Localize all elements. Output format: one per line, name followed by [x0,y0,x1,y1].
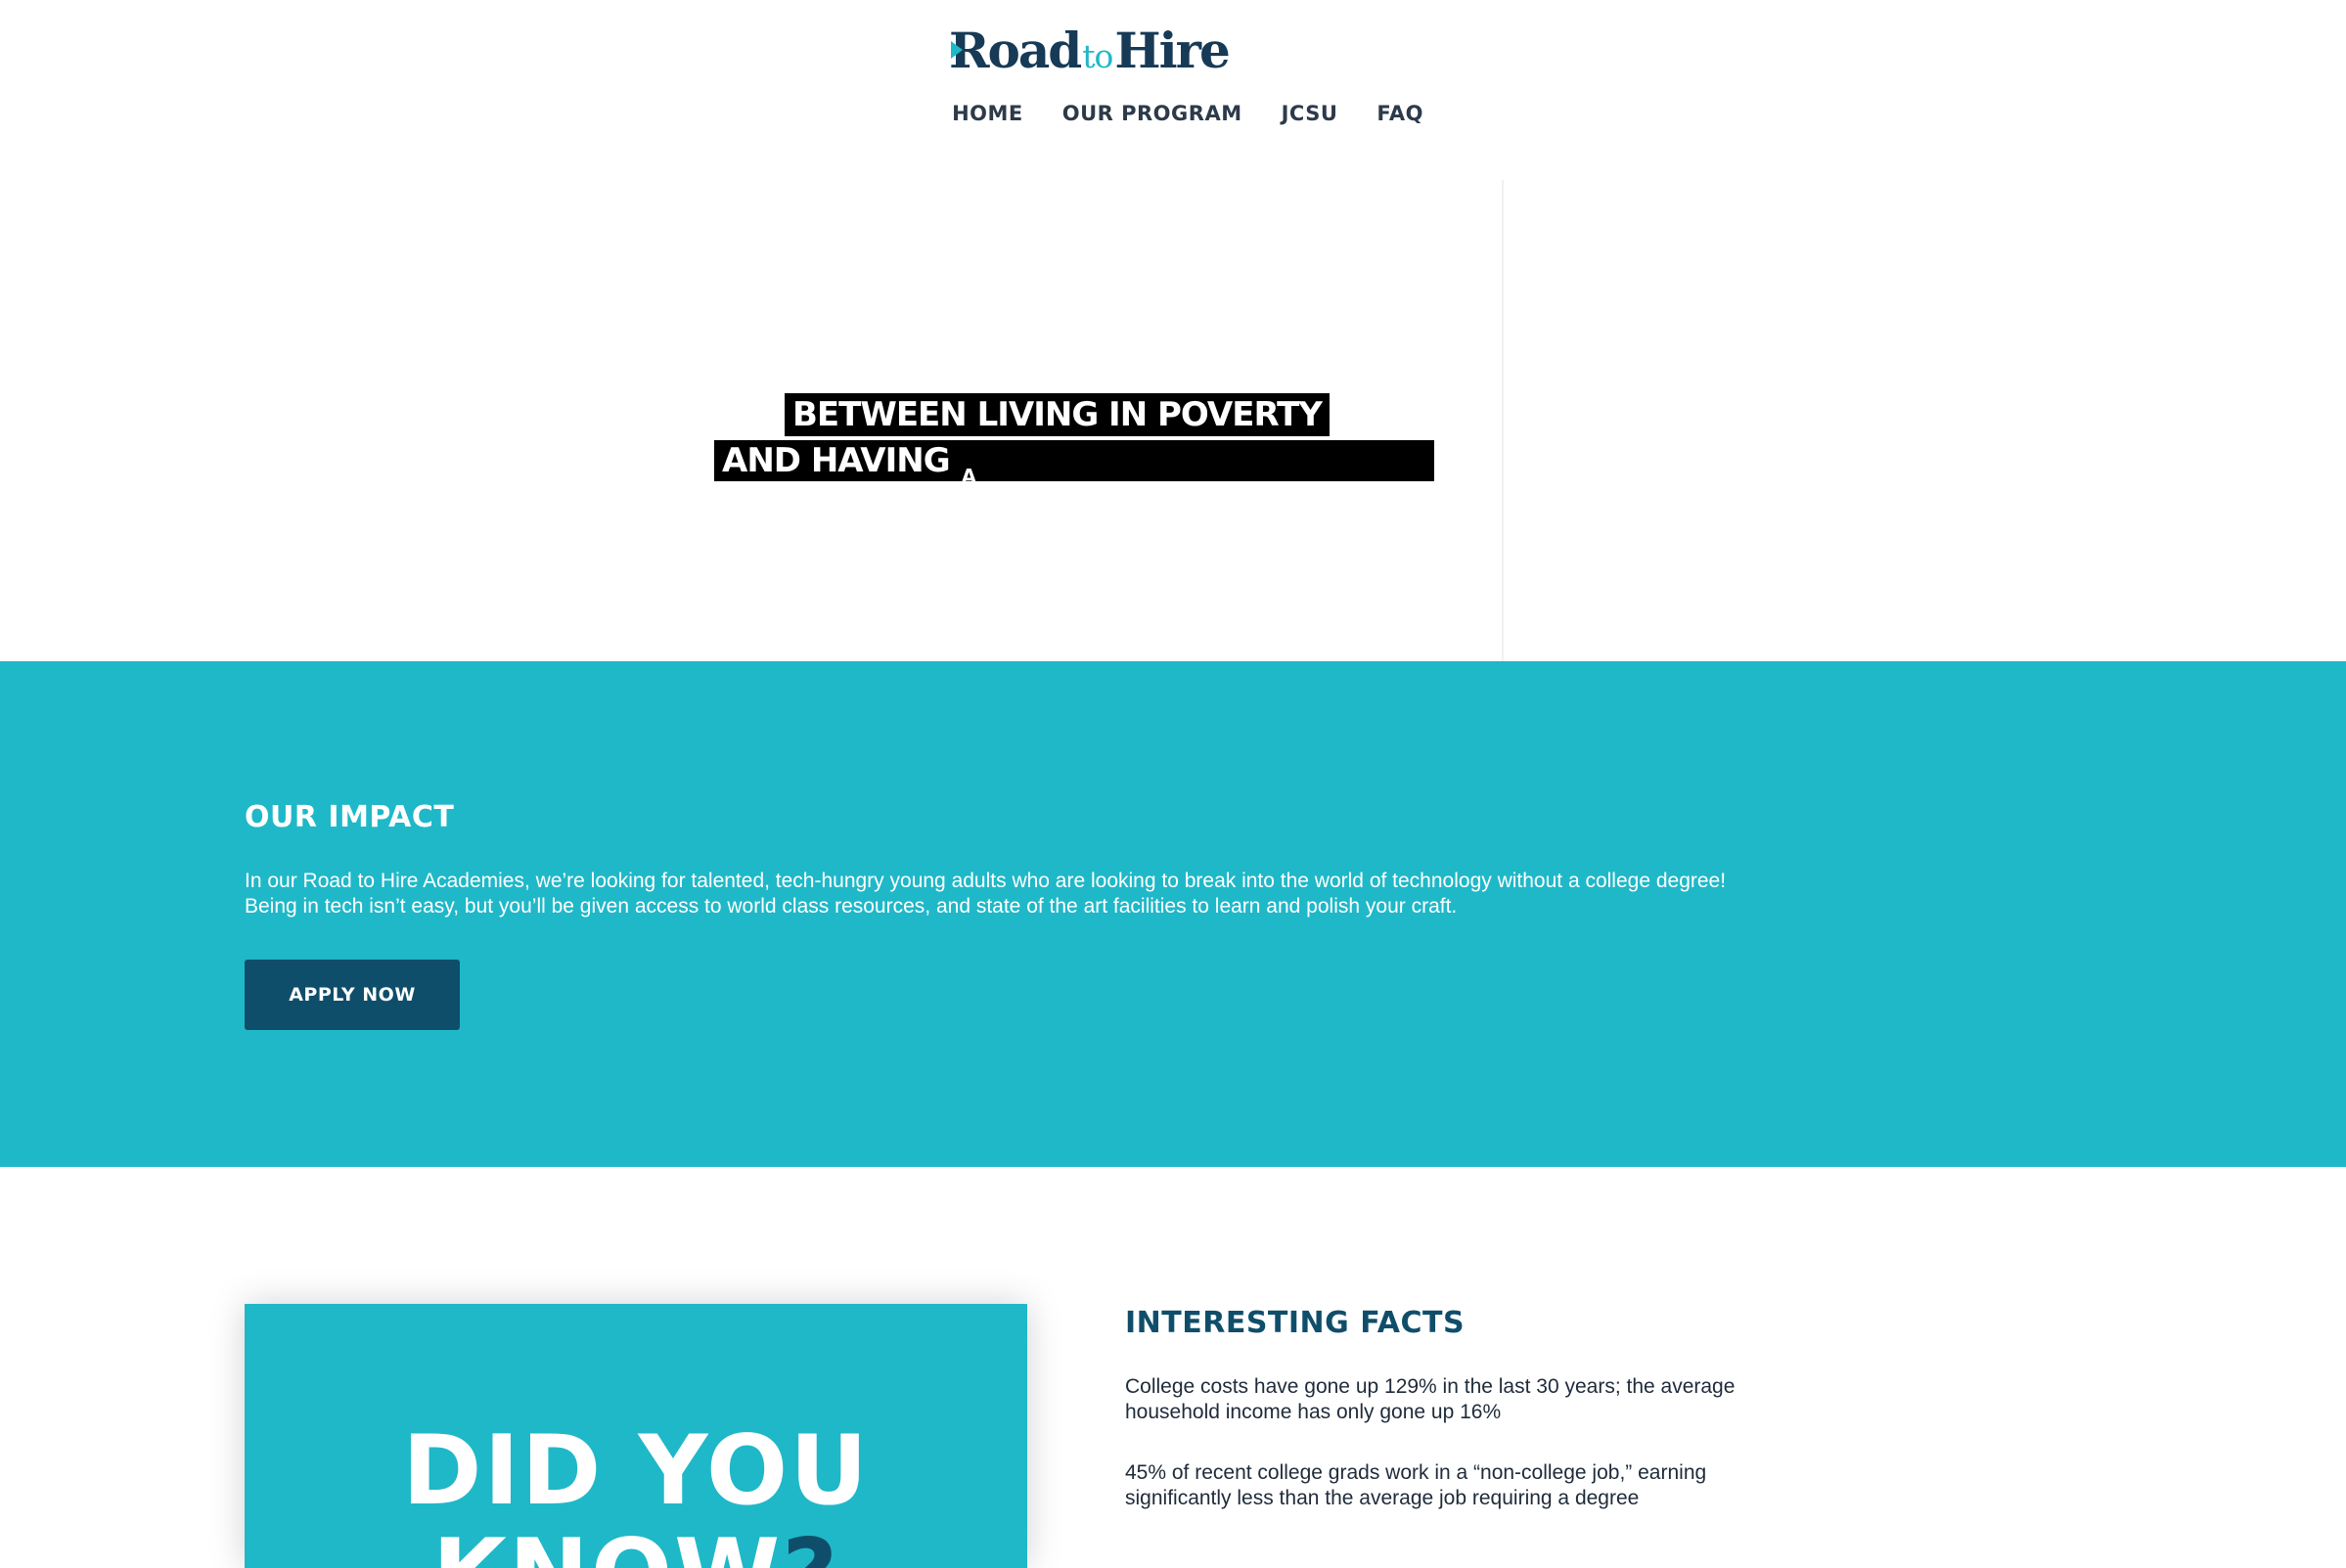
impact-description: In our Road to Hire Academies, we’re loo… [245,869,1908,919]
facts-title: INTERESTING FACTS [1125,1306,1466,1340]
fact-item: College costs have gone up 129% in the l… [1125,1374,1800,1425]
logo-text-road: Road [949,22,1082,79]
impact-section: OUR IMPACT In our Road to Hire Academies… [0,661,2346,1167]
hero-section: BETWEEN LIVING IN POVERTY AND HAVING A [0,180,2346,661]
fact-item-line1: College costs have gone up 129% in the l… [1125,1375,1736,1398]
nav-item-jcsu[interactable]: JCSU [1282,102,1338,125]
hero-headline-line1: BETWEEN LIVING IN POVERTY [785,393,1330,436]
impact-title: OUR IMPACT [245,800,455,834]
hero-headline-line2-text: AND HAVING [722,441,951,480]
nav-item-home[interactable]: HOME [952,102,1023,125]
site-header: Road to Hire HOME OUR PROGRAM JCSU FAQ [0,0,2346,180]
nav-item-faq[interactable]: FAQ [1376,102,1423,125]
did-you-know-line1: DID YOU [402,1415,870,1527]
facts-section: DID YOU KNOW? INTERESTING FACTS College … [0,1167,2346,1568]
did-you-know-line2: KNOW? [245,1521,1027,1568]
apply-now-button[interactable]: APPLY NOW [245,960,460,1030]
main-nav: HOME OUR PROGRAM JCSU FAQ [0,102,2346,125]
hero-headline-partial-letter: A [961,465,977,488]
logo-text-to: to [1082,37,1113,75]
fact-item: 45% of recent college grads work in a “n… [1125,1460,1800,1511]
fact-item-line2: household income has only gone up 16% [1125,1401,1502,1423]
site-logo[interactable]: Road to Hire [949,14,1231,88]
logo-arrow-icon [951,41,963,59]
nav-item-our-program[interactable]: OUR PROGRAM [1062,102,1242,125]
hero-headline-line2: AND HAVING A [714,440,1434,488]
impact-description-line1: In our Road to Hire Academies, we’re loo… [245,870,1727,892]
fact-item-line1: 45% of recent college grads work in a “n… [1125,1461,1707,1484]
did-you-know-word: KNOW [432,1519,782,1568]
did-you-know-card: DID YOU KNOW? [245,1304,1027,1568]
logo-text-hire: Hire [1114,22,1230,79]
hero-divider [1502,180,1504,661]
question-mark-icon: ? [782,1519,839,1568]
impact-description-line2: Being in tech isn’t easy, but you’ll be … [245,895,1458,918]
fact-item-line2: significantly less than the average job … [1125,1487,1640,1509]
